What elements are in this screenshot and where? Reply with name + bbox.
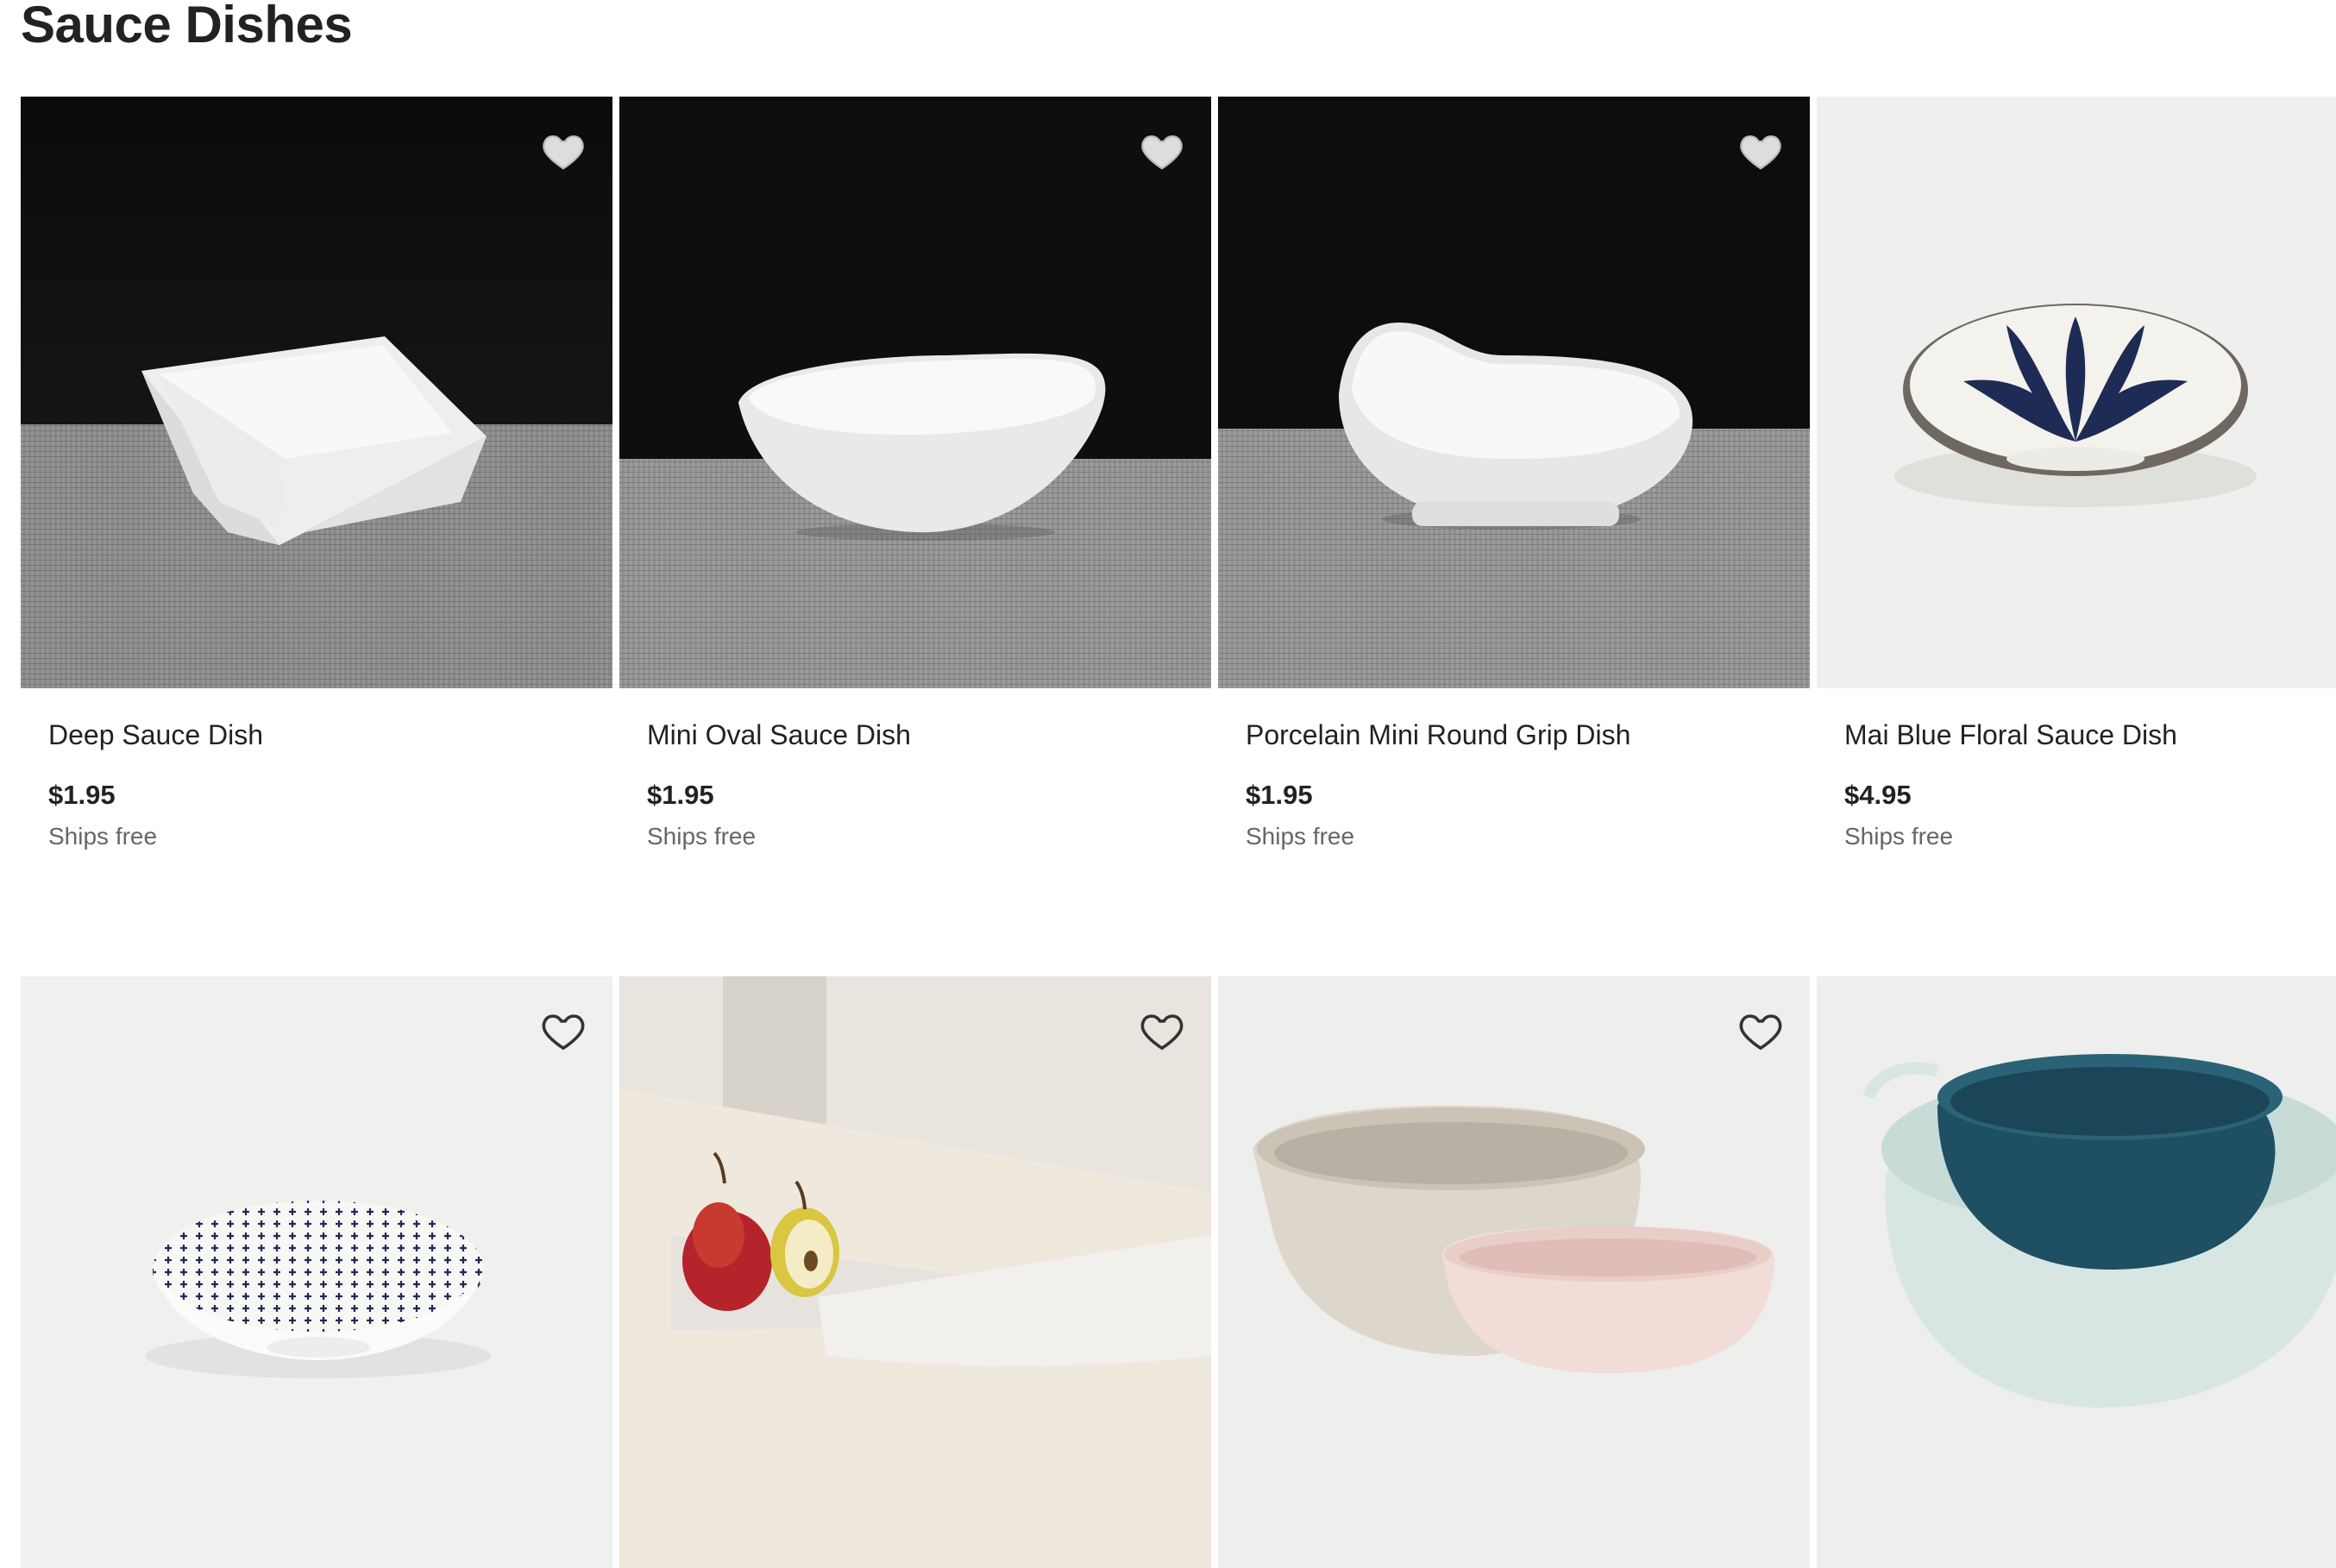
product-image[interactable] — [1817, 976, 2336, 1568]
product-image[interactable] — [1218, 976, 1810, 1568]
product-image[interactable] — [1218, 97, 1810, 688]
white-square-dish-photo — [21, 97, 612, 688]
product-name[interactable]: Mini Oval Sauce Dish — [647, 719, 911, 751]
beige-and-pink-bowls-photo — [1218, 976, 1810, 1568]
page-title: Sauce Dishes — [21, 0, 353, 53]
white-round-grip-dish-photo — [1218, 97, 1810, 688]
product-image[interactable] — [619, 976, 1211, 1568]
half-moon-plates-with-pears-photo — [619, 976, 1211, 1568]
white-oval-dish-photo — [619, 97, 1211, 688]
product-price: $4.95 — [1844, 780, 1912, 810]
heart-icon[interactable] — [1737, 128, 1784, 174]
shipping-note: Ships free — [48, 823, 158, 850]
product-image[interactable] — [21, 97, 612, 688]
shipping-note: Ships free — [1246, 823, 1355, 850]
product-image[interactable] — [21, 976, 612, 1568]
product-price: $1.95 — [48, 780, 116, 810]
heart-icon[interactable] — [540, 1007, 587, 1054]
heart-icon[interactable] — [1139, 1007, 1185, 1054]
blue-cross-pattern-dish-photo — [21, 976, 612, 1568]
product-image[interactable] — [619, 97, 1211, 688]
shipping-note: Ships free — [647, 823, 757, 850]
product-name[interactable]: Porcelain Mini Round Grip Dish — [1246, 719, 1630, 751]
product-name[interactable]: Deep Sauce Dish — [48, 719, 263, 751]
nested-teal-bowls-photo — [1817, 976, 2336, 1568]
heart-icon[interactable] — [540, 128, 587, 174]
shipping-note: Ships free — [1844, 823, 1954, 850]
blue-floral-dish-photo — [1817, 97, 2336, 688]
product-name[interactable]: Mai Blue Floral Sauce Dish — [1844, 719, 2177, 751]
product-price: $1.95 — [1246, 780, 1313, 810]
product-price: $1.95 — [647, 780, 714, 810]
heart-icon[interactable] — [1737, 1007, 1784, 1054]
heart-icon[interactable] — [1139, 128, 1185, 174]
product-image[interactable] — [1817, 97, 2336, 688]
